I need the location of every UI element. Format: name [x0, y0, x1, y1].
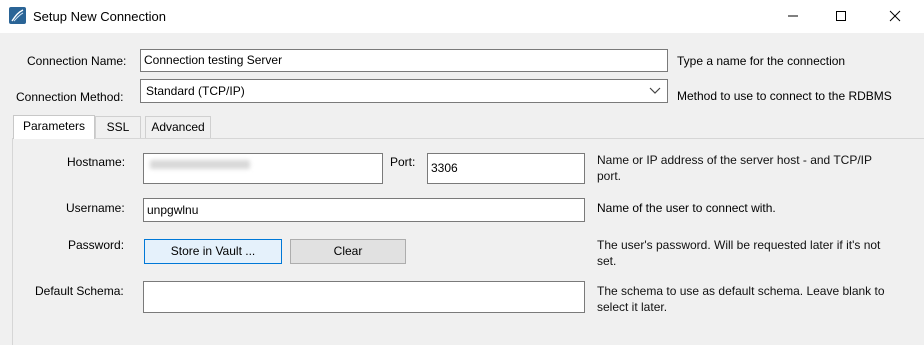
maximize-button[interactable]	[818, 0, 864, 32]
tab-parameters[interactable]: Parameters	[13, 115, 95, 139]
port-label: Port:	[390, 155, 416, 169]
tab-advanced[interactable]: Advanced	[145, 116, 211, 138]
minimize-button[interactable]	[770, 0, 816, 32]
close-icon	[889, 10, 901, 22]
connection-method-label: Connection Method:	[16, 90, 124, 104]
tab-ssl[interactable]: SSL	[95, 116, 141, 138]
port-input[interactable]: 3306	[427, 153, 585, 184]
connection-name-hint: Type a name for the connection	[677, 54, 846, 68]
setup-connection-window: Setup New Connection Connection Name: Co…	[0, 0, 924, 345]
hostname-hint: Name or IP address of the server host - …	[597, 153, 872, 183]
connection-method-value: Standard (TCP/IP)	[146, 84, 245, 98]
password-label: Password:	[68, 238, 125, 252]
hostname-input[interactable]	[143, 153, 383, 184]
connection-name-label: Connection Name:	[27, 54, 127, 68]
clear-password-button[interactable]: Clear	[290, 239, 406, 264]
default-schema-hint: The schema to use as default schema. Lea…	[597, 284, 885, 314]
hostname-redacted	[150, 160, 250, 169]
tab-parameters-label: Parameters	[22, 119, 86, 133]
close-button[interactable]	[872, 0, 918, 32]
username-hint: Name of the user to connect with.	[597, 201, 776, 215]
connection-method-select[interactable]: Standard (TCP/IP)	[140, 79, 668, 103]
store-in-vault-button[interactable]: Store in Vault ...	[144, 239, 282, 264]
window-title: Setup New Connection	[33, 9, 166, 24]
default-schema-label: Default Schema:	[35, 284, 124, 298]
password-hint: The user's password. Will be requested l…	[597, 238, 881, 268]
app-icon	[9, 7, 26, 24]
username-input[interactable]: unpgwlnu	[143, 198, 585, 222]
default-schema-input[interactable]	[143, 281, 585, 313]
connection-name-input[interactable]: Connection testing Server	[140, 49, 668, 72]
hostname-label: Hostname:	[67, 155, 126, 169]
tab-advanced-label: Advanced	[151, 120, 205, 134]
maximize-icon	[836, 11, 846, 21]
connection-method-hint: Method to use to connect to the RDBMS	[677, 89, 892, 103]
title-bar: Setup New Connection	[0, 0, 924, 33]
username-label: Username:	[66, 201, 125, 215]
minimize-icon	[788, 15, 798, 17]
chevron-down-icon	[649, 87, 661, 94]
tab-ssl-label: SSL	[106, 120, 130, 134]
